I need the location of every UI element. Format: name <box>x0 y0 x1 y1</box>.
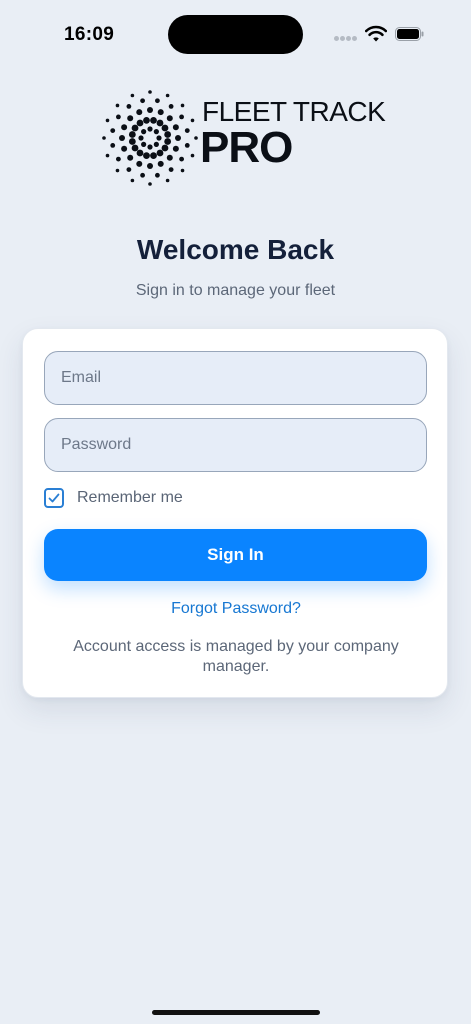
remember-me-checkbox[interactable] <box>44 488 64 508</box>
email-field[interactable] <box>44 351 427 405</box>
status-bar: 16:09 <box>0 0 471 70</box>
forgot-password-link[interactable]: Forgot Password? <box>23 600 449 618</box>
account-access-note: Account access is managed by your compan… <box>73 638 399 675</box>
page-subtitle: Sign in to manage your fleet <box>135 282 336 299</box>
brand-logo: FLEET TRACK PRO <box>100 88 386 188</box>
radial-dots-logo-icon <box>102 90 198 186</box>
login-card: Remember me Sign In Forgot Password? Acc… <box>22 328 448 698</box>
battery-icon <box>395 27 424 41</box>
dynamic-island <box>168 15 303 54</box>
status-time: 16:09 <box>64 24 115 45</box>
password-field[interactable] <box>44 418 427 472</box>
checkmark-icon <box>48 493 60 503</box>
remember-me-label: Remember me <box>77 489 183 506</box>
sign-in-button[interactable]: Sign In <box>44 529 427 581</box>
wifi-icon <box>365 25 387 42</box>
signal-dots-icon <box>334 36 358 42</box>
page-title: Welcome Back <box>136 234 335 265</box>
home-indicator[interactable] <box>152 1010 320 1015</box>
brand-name-line2: PRO <box>200 123 293 172</box>
